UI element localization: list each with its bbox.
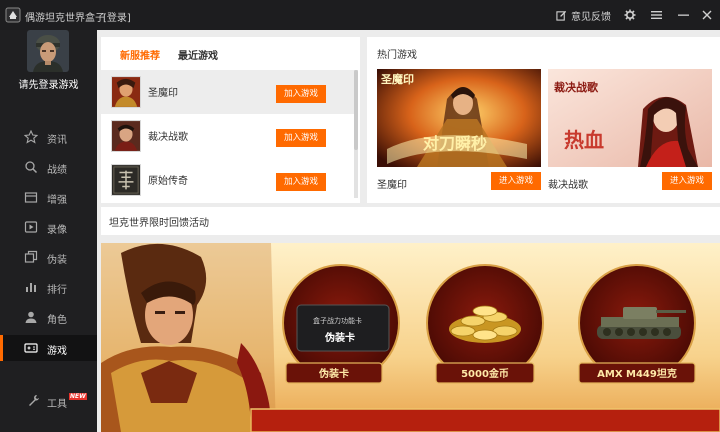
game-banner-image[interactable]: 圣魔印 对刀瞬秒 <box>377 69 541 167</box>
badge-label: 伪装卡 <box>318 367 349 380</box>
enter-game-button[interactable]: 进入游戏 <box>662 172 712 190</box>
sidebar-item-label: 录像 <box>47 225 67 236</box>
user-icon <box>25 311 37 323</box>
sidebar-item-ranking[interactable]: 排行 <box>0 274 97 300</box>
promo-header: 坦克世界限时回馈活动 <box>101 207 720 235</box>
app-logo-icon <box>5 7 21 23</box>
hot-game-name: 圣魔印 <box>377 180 407 191</box>
game-thumbnail <box>111 120 141 152</box>
gamepad-icon <box>24 343 38 353</box>
sidebar-item-label: 战绩 <box>47 165 67 176</box>
hot-games-title: 热门游戏 <box>377 50 417 61</box>
video-icon <box>24 221 38 233</box>
card-subtitle: 盒子战力功能卡 <box>313 316 362 325</box>
star-icon <box>24 130 38 144</box>
login-link[interactable]: [登录] <box>103 9 131 24</box>
sidebar-item-label: 排行 <box>47 285 67 296</box>
sidebar-item-record[interactable]: 战绩 <box>0 154 97 180</box>
game-thumbnail <box>111 164 141 196</box>
sidebar-item-replay[interactable]: 录像 <box>0 214 97 240</box>
tools-button[interactable]: 工具 NEW <box>0 387 97 413</box>
reward-badge-gold: 5000金币 <box>426 264 544 384</box>
game-banner-image[interactable]: 裁决战歌 热血 <box>548 69 712 167</box>
sidebar-item-label: 伪装 <box>47 255 67 266</box>
bar-chart-icon <box>26 283 36 292</box>
promo-title: 坦克世界限时回馈活动 <box>109 218 209 229</box>
new-games-panel: 新服推荐 最近游戏 圣魔印 加入游戏 裁决战歌 加入游戏 原始传奇 加入游戏 <box>101 37 360 203</box>
sidebar-item-enhance[interactable]: 增强 <box>0 184 97 210</box>
svg-text:对刀瞬秒: 对刀瞬秒 <box>423 134 487 153</box>
game-name: 裁决战歌 <box>148 132 188 143</box>
sidebar: 请先登录游戏 资讯 战绩 增强 录像 伪装 排行 角色 游戏 工具 NEW <box>0 30 97 432</box>
svg-text:裁决战歌: 裁决战歌 <box>554 80 599 94</box>
feedback-button[interactable]: 意见反馈 <box>556 7 612 23</box>
list-item[interactable]: 裁决战歌 加入游戏 <box>101 114 355 158</box>
promo-banner-art: 盒子战力功能卡 伪装卡 伪装卡 5000金币 AMX M449坦克 <box>101 243 720 432</box>
title-bar: 偶游坦克世界盒子 [登录] 意见反馈 <box>0 0 720 30</box>
hot-games-panel: 热门游戏 圣魔印 对刀瞬秒 圣魔印 进入游戏 裁决战歌 热血 裁决战歌 进入游戏 <box>367 37 720 203</box>
edit-icon <box>556 10 567 21</box>
sidebar-item-label: 角色 <box>47 315 67 326</box>
reward-badge-camouflage-card: 盒子战力功能卡 伪装卡 伪装卡 <box>282 264 400 384</box>
login-prompt[interactable]: 请先登录游戏 <box>0 76 97 91</box>
game-name: 原始传奇 <box>148 176 188 187</box>
sidebar-item-label: 资讯 <box>47 135 67 146</box>
hot-game-card[interactable]: 圣魔印 对刀瞬秒 圣魔印 进入游戏 <box>377 69 541 191</box>
sidebar-item-games[interactable]: 游戏 <box>0 335 97 361</box>
join-game-button[interactable]: 加入游戏 <box>276 173 326 191</box>
settings-button[interactable] <box>623 7 637 23</box>
svg-text:热血: 热血 <box>564 128 604 152</box>
tab-recent-games[interactable]: 最近游戏 <box>178 47 218 62</box>
minimize-icon <box>677 14 689 16</box>
badge-label: AMX M449坦克 <box>597 367 677 380</box>
list-item[interactable]: 圣魔印 加入游戏 <box>101 70 355 114</box>
menu-icon <box>650 11 662 19</box>
search-icon <box>25 161 38 174</box>
promo-banner[interactable]: 盒子战力功能卡 伪装卡 伪装卡 5000金币 AMX M449坦克 <box>101 243 720 432</box>
sidebar-item-camouflage[interactable]: 伪装 <box>0 244 97 270</box>
layers-icon <box>24 250 38 263</box>
tools-label: 工具 <box>47 399 67 410</box>
game-name: 圣魔印 <box>148 88 178 99</box>
soldier-avatar-image <box>27 30 69 72</box>
gear-icon <box>624 9 636 21</box>
tab-new-servers[interactable]: 新服推荐 <box>120 47 160 62</box>
game-thumbnail <box>111 76 141 108</box>
svg-text:圣魔印: 圣魔印 <box>380 72 414 86</box>
badge-label: 5000金币 <box>461 367 509 380</box>
sidebar-item-label: 游戏 <box>47 346 67 357</box>
list-item[interactable]: 原始传奇 加入游戏 <box>101 158 355 202</box>
close-button[interactable] <box>701 7 713 23</box>
feedback-label: 意见反馈 <box>571 11 611 23</box>
box-icon <box>24 192 38 203</box>
sidebar-item-character[interactable]: 角色 <box>0 304 97 330</box>
sidebar-item-label: 增强 <box>47 195 67 206</box>
join-game-button[interactable]: 加入游戏 <box>276 129 326 147</box>
scroll-thumb[interactable] <box>354 70 358 150</box>
app-title: 偶游坦克世界盒子 <box>25 13 105 24</box>
sidebar-item-news[interactable]: 资讯 <box>0 124 97 150</box>
hot-game-name: 裁决战歌 <box>548 180 588 191</box>
wrench-icon <box>29 395 39 406</box>
scrollbar[interactable] <box>354 70 358 198</box>
hot-game-card[interactable]: 裁决战歌 热血 裁决战歌 进入游戏 <box>548 69 712 191</box>
join-game-button[interactable]: 加入游戏 <box>276 85 326 103</box>
card-title: 伪装卡 <box>324 331 355 344</box>
reward-badge-tank: AMX M449坦克 <box>578 264 696 384</box>
minimize-button[interactable] <box>677 7 689 23</box>
menu-button[interactable] <box>650 7 662 23</box>
enter-game-button[interactable]: 进入游戏 <box>491 172 541 190</box>
new-badge: NEW <box>69 393 87 400</box>
close-icon <box>702 10 712 20</box>
avatar[interactable] <box>27 30 69 72</box>
